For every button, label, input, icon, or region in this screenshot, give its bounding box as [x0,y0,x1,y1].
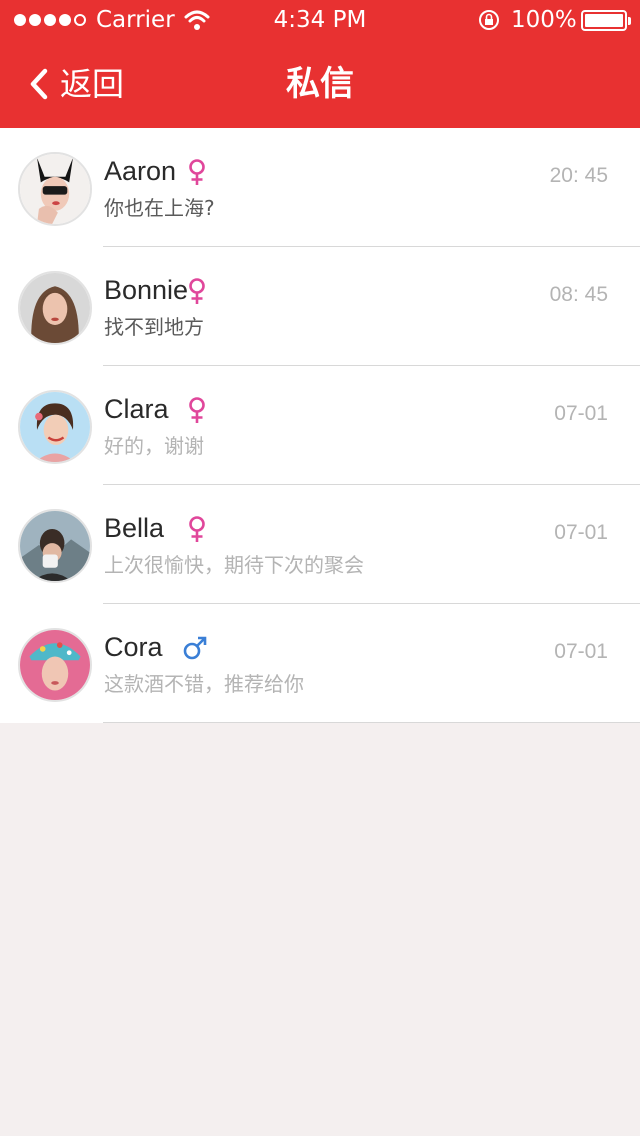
avatar[interactable] [18,628,92,702]
conversation-item[interactable]: Clara 07-01 好的，谢谢 [0,366,640,485]
status-bar: Carrier 4:34 PM 100% [0,0,640,40]
header: Carrier 4:34 PM 100% 返回 私信 [0,0,640,128]
contact-name: Clara [104,394,169,424]
message-preview: 这款酒不错，推荐给你 [104,672,304,696]
avatar[interactable] [18,390,92,464]
message-time: 07-01 [554,521,608,544]
male-icon [183,636,207,660]
message-time: 07-01 [554,402,608,425]
battery-percentage: 100% [511,7,577,33]
conversation-item[interactable]: Bella 07-01 上次很愉快，期待下次的聚会 [0,485,640,604]
avatar[interactable] [18,271,92,345]
contact-name: Bonnie [104,275,189,305]
female-icon [189,516,205,542]
avatar[interactable] [18,152,92,226]
page-title: 私信 [286,64,354,104]
contact-name: Bella [104,513,165,543]
message-time: 07-01 [554,640,608,663]
female-icon [189,278,205,304]
message-time: 20: 45 [549,164,608,187]
contact-name: Aaron [104,156,177,186]
contact-name: Cora [104,632,163,662]
conversation-list: Aaron 20: 45 你也在上海? Bonnie 08: 45 找不到地方 [0,128,640,723]
conversation-item[interactable]: Aaron 20: 45 你也在上海? [0,128,640,247]
rotation-lock-icon [479,10,499,30]
female-icon [189,159,205,185]
conversation-item[interactable]: Cora 07-01 这款酒不错，推荐给你 [0,604,640,723]
battery-icon [581,10,631,31]
conversation-item[interactable]: Bonnie 08: 45 找不到地方 [0,247,640,366]
message-preview: 好的，谢谢 [104,434,204,458]
message-preview: 上次很愉快，期待下次的聚会 [104,553,364,577]
avatar[interactable] [18,509,92,583]
navigation-bar: 返回 私信 [0,40,640,128]
message-preview: 找不到地方 [104,315,204,339]
message-preview: 你也在上海? [104,196,215,220]
message-time: 08: 45 [549,283,608,306]
female-icon [189,397,205,423]
